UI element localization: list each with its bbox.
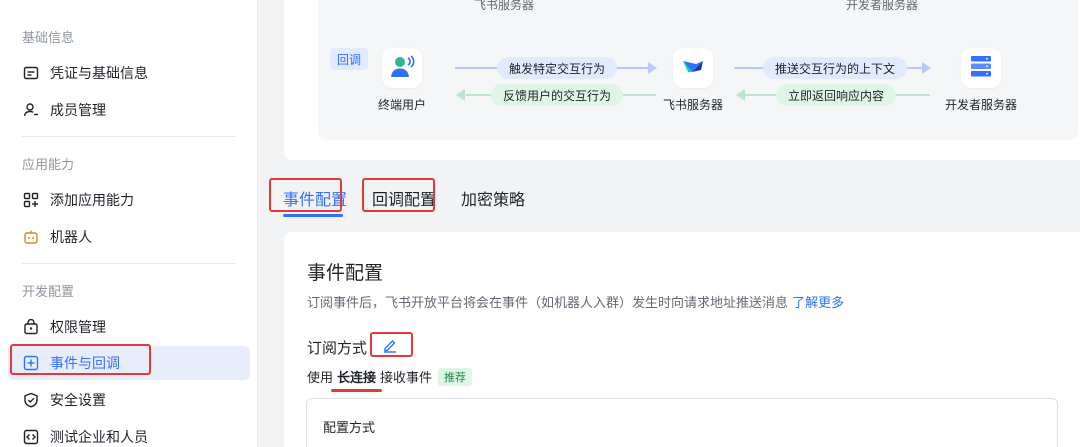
sidebar-item-label: 权限管理 <box>50 320 106 336</box>
tab-encryption-strategy[interactable]: 加密策略 <box>461 186 525 210</box>
sidebar: 基础信息 凭证与基础信息 成员管理 应用能力 添加应用能力 机器人 开发配置 权… <box>0 0 258 447</box>
tab-active-indicator <box>283 214 343 217</box>
flow-top-label: 开发者服务器 <box>846 0 919 12</box>
sidebar-divider <box>22 136 236 137</box>
user-node <box>382 48 422 88</box>
sidebar-divider <box>22 263 236 264</box>
flow-label-trigger: 触发特定交互行为 <box>497 57 618 79</box>
event-config-title: 事件配置 <box>307 262 384 284</box>
arrow-head <box>736 89 745 101</box>
flow-label-feedback: 反馈用户的交互行为 <box>491 84 624 106</box>
flow-top-label: 飞书服务器 <box>474 0 535 12</box>
recommended-badge: 推荐 <box>438 367 473 386</box>
sidebar-item-label: 凭证与基础信息 <box>50 66 148 82</box>
sidebar-item-label: 事件与回调 <box>50 356 120 372</box>
add-capability-icon <box>22 191 40 209</box>
sidebar-item-label: 机器人 <box>50 230 92 246</box>
sidebar-item-label: 测试企业和人员 <box>50 430 148 446</box>
sidebar-item-permissions[interactable]: 权限管理 <box>8 310 250 344</box>
feishu-node-label: 飞书服务器 <box>662 98 723 112</box>
tab-callback-config[interactable]: 回调配置 <box>372 186 436 210</box>
sidebar-item-security[interactable]: 安全设置 <box>8 383 250 417</box>
user-icon <box>388 52 416 84</box>
flow-label-push-context: 推送交互行为的上下文 <box>763 57 908 79</box>
sidebar-section-title: 基础信息 <box>22 31 75 46</box>
sidebar-item-robot[interactable]: 机器人 <box>8 220 250 254</box>
server-node-label: 开发者服务器 <box>944 98 1017 112</box>
tab-event-config[interactable]: 事件配置 <box>283 186 347 210</box>
shield-icon <box>22 391 40 409</box>
permission-icon <box>22 318 40 336</box>
sidebar-item-label: 成员管理 <box>50 103 106 119</box>
long-connection-label: 长连接 <box>331 367 383 392</box>
sidebar-item-test-enterprise[interactable]: 测试企业和人员 <box>8 420 250 447</box>
sidebar-section-title: 应用能力 <box>22 158 75 173</box>
user-node-label: 终端用户 <box>377 98 426 112</box>
config-method-title: 配置方式 <box>323 421 376 436</box>
event-config-description: 订阅事件后，飞书开放平台将会在事件（如机器人入群）发生时向请求地址推送消息 了解… <box>307 292 844 311</box>
sidebar-item-credentials[interactable]: 凭证与基础信息 <box>8 56 250 90</box>
arrow-head <box>922 62 931 74</box>
server-icon <box>967 52 995 84</box>
callback-badge: 回调 <box>330 48 368 70</box>
credential-icon <box>22 64 40 82</box>
config-method-panel <box>306 398 1058 447</box>
robot-icon <box>22 228 40 246</box>
server-node <box>961 48 1001 88</box>
member-icon <box>22 101 40 119</box>
subscription-usage: 使用 长连接 接收事件 推荐 <box>307 367 473 392</box>
feishu-node <box>673 48 713 88</box>
arrow-head <box>456 89 465 101</box>
code-icon <box>22 428 40 446</box>
sidebar-item-events-callbacks[interactable]: 事件与回调 <box>8 346 250 380</box>
subscription-method-title: 订阅方式 <box>307 339 368 357</box>
sidebar-item-add-capability[interactable]: 添加应用能力 <box>8 183 250 217</box>
usage-prefix: 使用 <box>307 371 334 386</box>
flow-label-return-response: 立即返回响应内容 <box>776 84 897 106</box>
arrow-head <box>648 62 657 74</box>
learn-more-link[interactable]: 了解更多 <box>792 296 844 311</box>
edit-icon[interactable] <box>381 336 399 354</box>
sidebar-item-label: 安全设置 <box>50 393 106 409</box>
sidebar-item-label: 添加应用能力 <box>50 193 134 209</box>
sidebar-section-title: 开发配置 <box>22 285 75 300</box>
highlight-long-connection-underline <box>331 389 383 392</box>
usage-suffix: 接收事件 <box>380 371 433 386</box>
feishu-logo-icon <box>679 52 707 84</box>
long-connection-text: 长连接 <box>337 371 377 386</box>
description-text: 订阅事件后，飞书开放平台将会在事件（如机器人入群）发生时向请求地址推送消息 <box>307 296 789 311</box>
sidebar-item-members[interactable]: 成员管理 <box>8 93 250 127</box>
event-callback-icon <box>22 354 40 372</box>
